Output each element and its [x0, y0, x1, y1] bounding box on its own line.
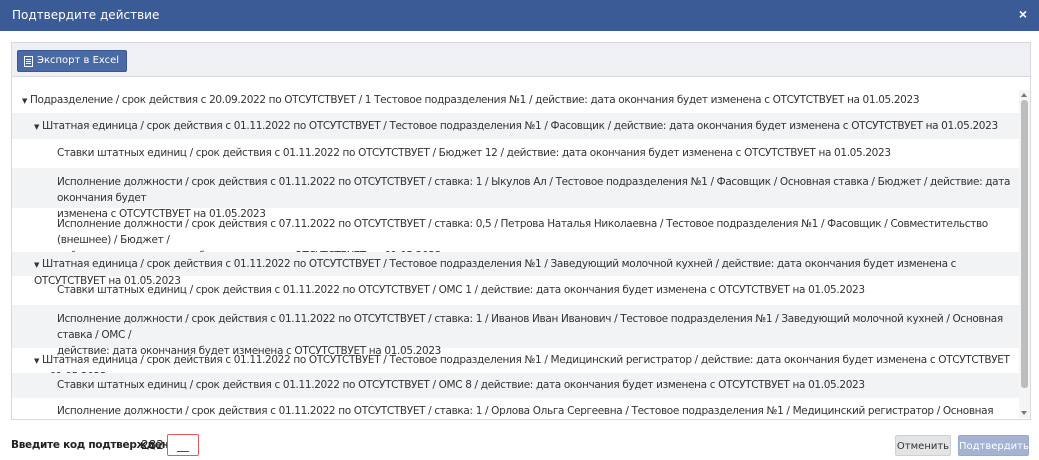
- confirmation-code-input[interactable]: __: [167, 434, 199, 456]
- expand-toggle-icon[interactable]: ▼: [22, 93, 30, 109]
- scroll-up-icon[interactable]: [1021, 93, 1027, 97]
- tree-row-text: Ставки штатных единиц / срок действия с …: [57, 147, 891, 159]
- tree-row[interactable]: ▼ Подразделение / срок действия с 20.09.2…: [12, 90, 1019, 113]
- cancel-button[interactable]: Отменить: [895, 435, 951, 456]
- expand-toggle-icon[interactable]: ▼: [34, 353, 42, 369]
- tree-row-text: Штатная единица / срок действия с 01.11.…: [42, 120, 998, 132]
- tree-row-text: Ставки штатных единиц / срок действия с …: [57, 284, 865, 296]
- content-panel: Экспорт в Excel ▼ Подразделение / срок де…: [11, 42, 1031, 420]
- export-excel-label: Экспорт в Excel: [37, 55, 120, 66]
- tree-row[interactable]: ▼ Штатная единица / срок действия с 01.11…: [12, 252, 1019, 287]
- tree-row-text: Подразделение / срок действия с 20.09.20…: [30, 94, 920, 106]
- tree-row[interactable]: Ставки штатных единиц / срок действия с …: [12, 139, 1019, 168]
- tree-row-text: Исполнение должности / срок действия с 0…: [57, 313, 1003, 341]
- tree-list[interactable]: ▼ Подразделение / срок действия с 20.09.2…: [12, 90, 1019, 418]
- confirm-button[interactable]: Подтвердить: [958, 435, 1029, 456]
- scroll-down-icon[interactable]: [1021, 411, 1027, 415]
- expand-toggle-icon[interactable]: ▼: [34, 119, 42, 135]
- tree-row[interactable]: Ставки штатных единиц / срок действия с …: [12, 373, 1019, 398]
- tree-row[interactable]: Исполнение должности / срок действия с 0…: [12, 168, 1019, 220]
- close-icon[interactable]: ×: [1019, 6, 1027, 22]
- expand-toggle-icon[interactable]: ▼: [34, 257, 42, 273]
- dialog-titlebar: Подтвердите действие ×: [0, 0, 1039, 31]
- tree-row[interactable]: Исполнение должности / срок действия с 0…: [12, 305, 1019, 357]
- tree-row-text: Исполнение должности / срок действия с 0…: [57, 405, 994, 417]
- tree-row-text: Исполнение должности / срок действия с 0…: [57, 218, 988, 246]
- tree-row[interactable]: Исполнение должности / срок действия с 0…: [12, 208, 1019, 262]
- tree-row[interactable]: Исполнение должности / срок действия с 0…: [12, 398, 1019, 418]
- tree-row[interactable]: ▼ Штатная единица / срок действия с 01.11…: [12, 348, 1019, 383]
- scrollbar-thumb[interactable]: [1021, 100, 1028, 388]
- export-excel-button[interactable]: Экспорт в Excel: [17, 50, 128, 72]
- dialog-title: Подтвердите действие: [12, 8, 160, 22]
- toolbar: Экспорт в Excel: [12, 43, 1030, 77]
- excel-icon: [24, 55, 33, 67]
- tree-row[interactable]: ▼ Штатная единица / срок действия с 01.11…: [12, 113, 1019, 139]
- tree-row[interactable]: Ставки штатных единиц / срок действия с …: [12, 276, 1019, 305]
- vertical-scrollbar[interactable]: [1019, 90, 1030, 418]
- tree-row-text: Ставки штатных единиц / срок действия с …: [57, 379, 865, 391]
- confirmation-code-value: 282: [141, 438, 164, 452]
- tree-row-text: Исполнение должности / срок действия с 0…: [57, 176, 1011, 204]
